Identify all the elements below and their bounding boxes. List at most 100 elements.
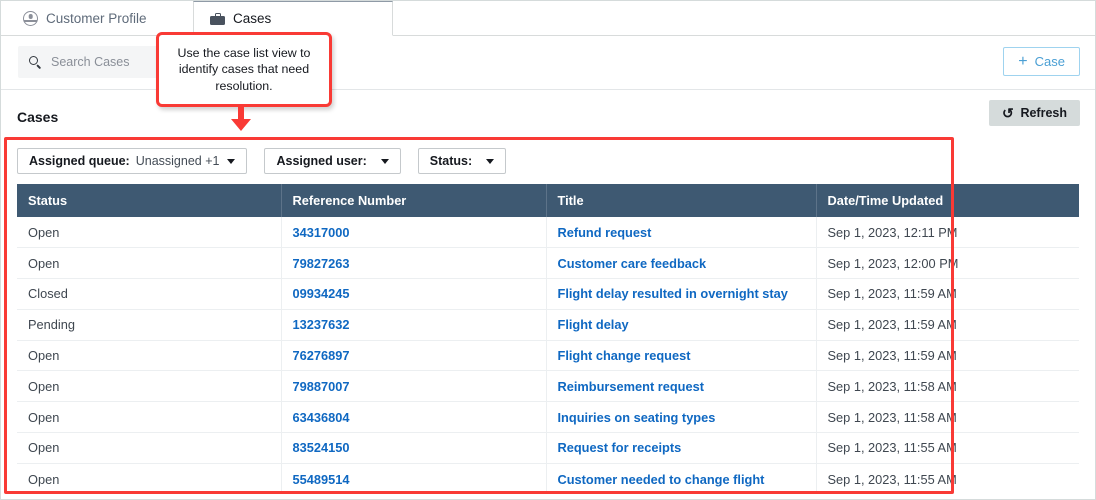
table-row[interactable]: Closed 09934245 Flight delay resulted in o… — [17, 279, 1079, 310]
table-row[interactable]: Pending 13237632 Flight delay Sep 1, 2023, … — [17, 309, 1079, 340]
cell-reference: 34317000 — [281, 217, 546, 248]
table-row[interactable]: Open 63436804 Inquiries on seating types Se… — [17, 402, 1079, 433]
annotation-callout-text: Use the case list view to identify cases… — [159, 45, 329, 94]
briefcase-icon — [210, 13, 225, 25]
tab-customer-profile-label: Customer Profile — [46, 11, 147, 26]
annotation-callout: Use the case list view to identify cases… — [156, 32, 332, 107]
reference-number-link[interactable]: 63436804 — [293, 410, 350, 425]
person-icon — [23, 11, 38, 26]
cell-blank — [953, 217, 1079, 248]
cell-blank — [953, 340, 1079, 371]
column-header-status[interactable]: Status — [17, 184, 281, 217]
column-header-blank — [953, 184, 1079, 217]
reference-number-link[interactable]: 55489514 — [293, 472, 350, 487]
cell-updated: Sep 1, 2023, 11:58 AM — [816, 402, 953, 433]
cell-title: Reimbursement request — [546, 371, 816, 402]
reference-number-link[interactable]: 79827263 — [293, 256, 350, 271]
case-title-link[interactable]: Customer care feedback — [558, 256, 707, 271]
table-row[interactable]: Open 34317000 Refund request Sep 1, 2023, 1… — [17, 217, 1079, 248]
case-title-link[interactable]: Flight change request — [558, 348, 691, 363]
table-row[interactable]: Open76276897Flight change requestSep 1, … — [17, 340, 1079, 371]
case-title-link[interactable]: Reimbursement request — [558, 379, 705, 394]
cell-status: Open — [17, 340, 281, 371]
cell-reference: 13237632 — [281, 309, 546, 340]
column-header-updated[interactable]: Date/Time Updated — [816, 184, 953, 217]
reference-number-link[interactable]: 34317000 — [293, 225, 350, 240]
cell-blank — [953, 463, 1079, 494]
cell-status: Open — [17, 217, 281, 248]
cell-status: Closed — [17, 279, 281, 310]
table-header-row: Status Reference Number Title Date/Time … — [17, 184, 1079, 217]
table-row[interactable]: Open 55489514 Customer needed to change fl… — [17, 463, 1079, 494]
cell-updated: Sep 1, 2023, 11:59 AM — [816, 309, 953, 340]
refresh-button[interactable]: ↻ Refresh — [989, 100, 1080, 126]
cell-title: Customer needed to change flight — [546, 463, 816, 494]
cell-title: Flight delay resulted in overnight stay — [546, 279, 816, 310]
chevron-down-icon — [486, 159, 494, 164]
case-title-link[interactable]: Request for receipts — [558, 440, 682, 455]
add-case-button[interactable]: + Case — [1003, 47, 1080, 76]
cell-blank — [953, 279, 1079, 310]
cell-reference: 79887007 — [281, 371, 546, 402]
cell-blank — [953, 371, 1079, 402]
refresh-button-label: Refresh — [1020, 106, 1067, 120]
reference-number-link[interactable]: 83524150 — [293, 440, 350, 455]
cell-updated: Sep 1, 2023, 11:55 AM — [816, 433, 953, 464]
cell-status: Pending — [17, 309, 281, 340]
cell-title: Customer care feedback — [546, 248, 816, 279]
cell-title: Refund request — [546, 217, 816, 248]
filter-assigned-user-label: Assigned user: — [276, 154, 366, 168]
cell-updated: Sep 1, 2023, 11:58 AM — [816, 371, 953, 402]
reference-number-link[interactable]: 79887007 — [293, 379, 350, 394]
cell-updated: Sep 1, 2023, 12:11 PM — [816, 217, 953, 248]
filter-assigned-queue-label: Assigned queue: — [29, 154, 130, 168]
cell-status: Open — [17, 371, 281, 402]
cell-reference: 76276897 — [281, 340, 546, 371]
case-title-link[interactable]: Customer needed to change flight — [558, 472, 765, 487]
cell-status: Open — [17, 463, 281, 494]
cell-reference: 83524150 — [281, 433, 546, 464]
case-title-link[interactable]: Inquiries on seating types — [558, 410, 716, 425]
cell-title: Inquiries on seating types — [546, 402, 816, 433]
search-input-placeholder: Search Cases — [51, 55, 130, 69]
reference-number-link[interactable]: 09934245 — [293, 286, 350, 301]
filter-bar: Assigned queue: Unassigned +1 Assigned u… — [17, 148, 506, 174]
cell-updated: Sep 1, 2023, 11:55 AM — [816, 463, 953, 494]
chevron-down-icon — [381, 159, 389, 164]
search-icon — [29, 56, 42, 69]
filter-status[interactable]: Status: — [418, 148, 506, 174]
table-row[interactable]: Open 79887007 Reimbursement request Sep 1, … — [17, 371, 1079, 402]
cell-title: Request for receipts — [546, 433, 816, 464]
case-title-link[interactable]: Flight delay resulted in overnight stay — [558, 286, 788, 301]
table-row[interactable]: Open79827263Customer care feedbackSep 1,… — [17, 248, 1079, 279]
filter-assigned-queue[interactable]: Assigned queue: Unassigned +1 — [17, 148, 247, 174]
cell-blank — [953, 248, 1079, 279]
tab-cases-label: Cases — [233, 11, 271, 26]
reference-number-link[interactable]: 76276897 — [293, 348, 350, 363]
column-header-title[interactable]: Title — [546, 184, 816, 217]
tab-customer-profile[interactable]: Customer Profile — [7, 1, 163, 36]
chevron-down-icon — [227, 159, 235, 164]
filter-assigned-user[interactable]: Assigned user: — [264, 148, 400, 174]
cases-table-head: Status Reference Number Title Date/Time … — [17, 184, 1079, 217]
annotation-arrow-icon — [229, 105, 253, 131]
filter-status-label: Status: — [430, 154, 472, 168]
add-case-button-label: Case — [1035, 54, 1065, 69]
table-row[interactable]: Open83524150Request for receiptsSep 1, 2… — [17, 433, 1079, 464]
cell-title: Flight delay — [546, 309, 816, 340]
cases-table: Status Reference Number Title Date/Time … — [17, 184, 1079, 494]
tab-cases[interactable]: Cases — [193, 1, 393, 36]
cell-updated: Sep 1, 2023, 12:00 PM — [816, 248, 953, 279]
plus-icon: + — [1018, 54, 1027, 70]
page-title: Cases — [17, 109, 58, 125]
cell-blank — [953, 433, 1079, 464]
case-title-link[interactable]: Flight delay — [558, 317, 629, 332]
reference-number-link[interactable]: 13237632 — [293, 317, 350, 332]
filter-assigned-queue-value: Unassigned +1 — [136, 154, 220, 168]
cell-status: Open — [17, 402, 281, 433]
cell-blank — [953, 402, 1079, 433]
cell-blank — [953, 309, 1079, 340]
case-title-link[interactable]: Refund request — [558, 225, 652, 240]
column-header-reference[interactable]: Reference Number — [281, 184, 546, 217]
cell-updated: Sep 1, 2023, 11:59 AM — [816, 279, 953, 310]
